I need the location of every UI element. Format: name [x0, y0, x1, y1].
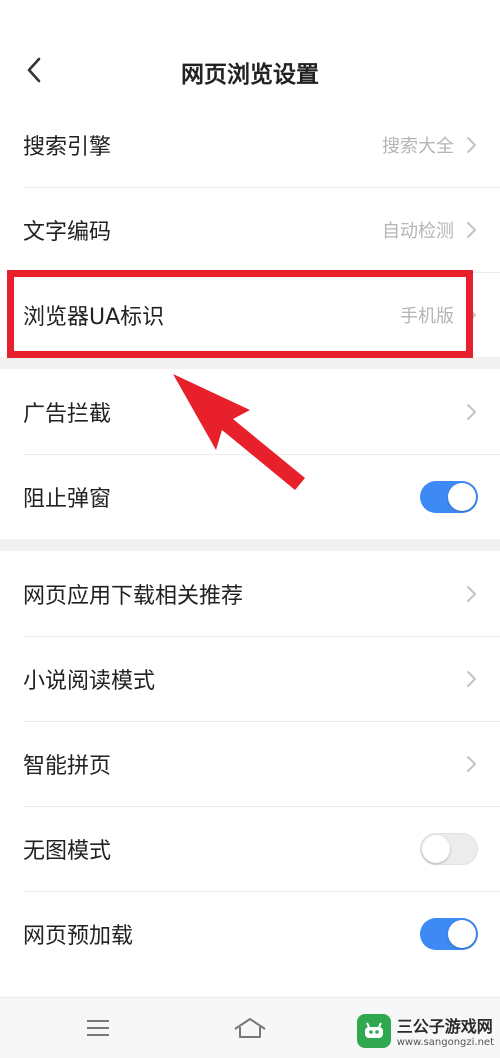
- page-preload-toggle[interactable]: [420, 917, 478, 950]
- menu-icon: [87, 1020, 109, 1036]
- settings-group-browsing: 搜索引擎 搜索大全 文字编码 自动检测 浏览器UA标识 手机版: [0, 102, 500, 357]
- watermark-logo-icon: [356, 1013, 391, 1048]
- menu-button[interactable]: [78, 1010, 118, 1046]
- section-divider: [0, 357, 500, 369]
- app-header: 网页浏览设置: [0, 0, 500, 103]
- settings-row-text-encoding[interactable]: 文字编码 自动检测: [0, 187, 500, 272]
- settings-group-content: 网页应用下载相关推荐 小说阅读模式 智能拼页 无图模式 网页预加载: [0, 551, 500, 976]
- settings-row-novel-reading-mode[interactable]: 小说阅读模式: [0, 636, 500, 721]
- chevron-right-icon: [467, 136, 476, 153]
- row-value: 搜索大全: [382, 135, 454, 157]
- chevron-right-icon: [467, 755, 476, 772]
- chevron-right-icon: [467, 221, 476, 238]
- row-label: 浏览器UA标识: [23, 304, 165, 330]
- home-button[interactable]: [230, 1010, 270, 1046]
- watermark-text: 三公子游戏网 www.sangongzi.net: [397, 1013, 494, 1048]
- row-label: 文字编码: [23, 219, 112, 245]
- home-icon: [234, 1018, 266, 1038]
- row-label: 阻止弹窗: [23, 486, 112, 512]
- row-label: 网页应用下载相关推荐: [23, 583, 244, 609]
- toggle-knob: [448, 482, 476, 511]
- page-title: 网页浏览设置: [181, 62, 319, 88]
- row-label: 智能拼页: [23, 753, 112, 779]
- settings-group-blocking: 广告拦截 阻止弹窗: [0, 369, 500, 539]
- watermark-title: 三公子游戏网: [396, 1017, 493, 1036]
- section-divider: [0, 539, 500, 551]
- row-label: 无图模式: [23, 838, 112, 864]
- chevron-right-icon: [467, 306, 476, 323]
- row-label: 搜索引擎: [23, 134, 112, 160]
- chevron-right-icon: [467, 585, 476, 602]
- settings-row-ad-block[interactable]: 广告拦截: [0, 369, 500, 454]
- settings-row-search-engine[interactable]: 搜索引擎 搜索大全: [0, 102, 500, 187]
- block-popups-toggle[interactable]: [420, 480, 478, 513]
- row-value: 手机版: [400, 305, 454, 327]
- row-label: 小说阅读模式: [23, 668, 156, 694]
- no-image-mode-toggle[interactable]: [420, 832, 478, 865]
- toggle-knob: [448, 919, 476, 948]
- row-label: 网页预加载: [23, 923, 134, 949]
- row-value: 自动检测: [382, 220, 454, 242]
- watermark-url: www.sangongzi.net: [396, 1037, 494, 1048]
- settings-row-block-popups: 阻止弹窗: [0, 454, 500, 539]
- settings-row-no-image-mode: 无图模式: [0, 806, 500, 891]
- chevron-right-icon: [467, 403, 476, 420]
- row-label: 广告拦截: [23, 401, 112, 427]
- watermark: 三公子游戏网 www.sangongzi.net: [356, 1013, 494, 1048]
- settings-row-browser-ua[interactable]: 浏览器UA标识 手机版: [0, 272, 500, 357]
- settings-row-smart-paging[interactable]: 智能拼页: [0, 721, 500, 806]
- toggle-knob: [422, 834, 450, 863]
- settings-row-page-preload: 网页预加载: [0, 891, 500, 976]
- settings-row-app-download-recommend[interactable]: 网页应用下载相关推荐: [0, 551, 500, 636]
- chevron-right-icon: [467, 670, 476, 687]
